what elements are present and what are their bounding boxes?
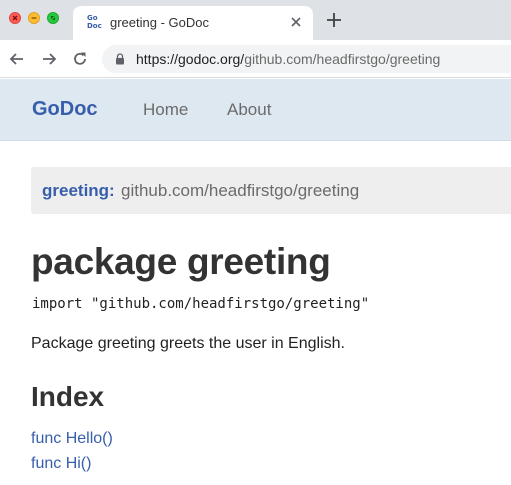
godoc-favicon-icon: Go Doc (87, 14, 102, 32)
url-path: github.com/headfirstgo/greeting (244, 51, 441, 67)
lock-icon (116, 53, 124, 65)
address-bar[interactable]: https://godoc.org/github.com/headfirstgo… (102, 45, 511, 73)
window-maximize-button[interactable] (47, 12, 59, 24)
favicon-text-top: Go (87, 14, 98, 22)
breadcrumb-path: github.com/headfirstgo/greeting (121, 181, 360, 200)
browser-tab[interactable]: Go Doc greeting - GoDoc (73, 6, 313, 40)
forward-arrow-icon[interactable] (39, 49, 59, 69)
url-text: https://godoc.org/github.com/headfirstgo… (136, 51, 440, 67)
breadcrumb: greeting: github.com/headfirstgo/greetin… (31, 167, 511, 214)
package-description: Package greeting greets the user in Engl… (31, 335, 345, 352)
window-minimize-button[interactable] (28, 12, 40, 24)
page-title: package greeting (31, 241, 331, 282)
close-icon (12, 15, 18, 21)
fullscreen-icon (51, 16, 55, 20)
nav-link-home[interactable]: Home (143, 100, 188, 120)
window-close-button[interactable] (9, 12, 21, 24)
nav-link-about[interactable]: About (227, 100, 271, 120)
minimize-icon (31, 17, 37, 19)
breadcrumb-package-link[interactable]: greeting: (42, 181, 115, 201)
tab-title: greeting - GoDoc (110, 15, 209, 30)
index-heading: Index (31, 381, 105, 412)
browser-toolbar: https://godoc.org/github.com/headfirstgo… (0, 40, 511, 78)
new-tab-icon[interactable] (325, 11, 343, 29)
reload-icon[interactable] (70, 49, 90, 69)
import-statement: import "github.com/headfirstgo/greeting" (32, 296, 370, 312)
index-link-hi[interactable]: func Hi() (31, 455, 91, 473)
tab-close-icon[interactable] (287, 13, 305, 31)
url-host: https://godoc.org/ (136, 51, 245, 67)
site-brand-link[interactable]: GoDoc (32, 98, 98, 121)
site-navbar: GoDoc Home About (0, 79, 511, 141)
index-link-hello[interactable]: func Hello() (31, 430, 113, 448)
browser-tabstrip: Go Doc greeting - GoDoc (0, 0, 511, 40)
favicon-text-bottom: Doc (87, 22, 102, 30)
back-arrow-icon[interactable] (7, 49, 27, 69)
